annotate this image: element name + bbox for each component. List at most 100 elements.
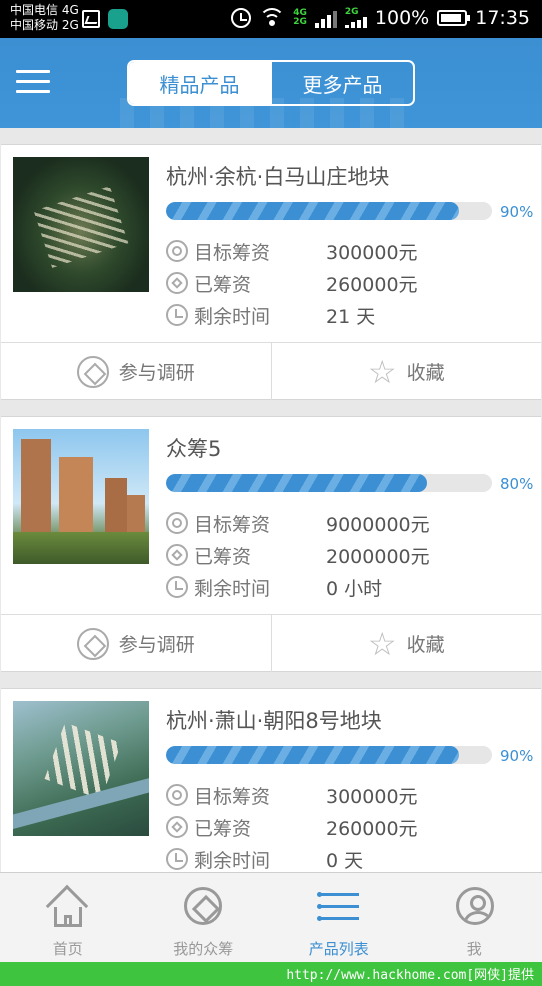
participate-research-button[interactable]: 参与调研 [1, 615, 271, 672]
home-icon [45, 884, 89, 928]
battery-percent: 100% [374, 7, 430, 29]
participate-research-button[interactable]: 参与调研 [1, 343, 271, 400]
app-notification-icon [108, 9, 128, 29]
network-type-right: 2G [344, 7, 359, 17]
target-icon [166, 240, 188, 262]
remaining-time-row: 剩余时间 21 天 [166, 302, 375, 328]
raised-funding-label: 已筹资 [194, 545, 252, 568]
clock-icon [166, 304, 188, 326]
raised-icon [166, 272, 188, 294]
target-icon [166, 784, 188, 806]
target-funding-label: 目标筹资 [194, 241, 271, 264]
funding-progress-bar [166, 202, 492, 220]
product-title[interactable]: 杭州·萧山·朝阳8号地块 [166, 705, 382, 735]
signal-1-icon [314, 8, 337, 28]
funding-progress-percent: 90% [500, 747, 534, 765]
menu-button[interactable] [16, 68, 50, 94]
product-title[interactable]: 众筹5 [166, 433, 221, 463]
remaining-time-row: 剩余时间 0 天 [166, 846, 363, 872]
raised-icon [166, 816, 188, 838]
product-image[interactable] [13, 157, 149, 292]
watermark-text: http://www.hackhome.com[网侠]提供 [286, 968, 534, 983]
favorite-label: 收藏 [406, 634, 445, 656]
product-image[interactable] [13, 701, 149, 836]
funding-progress-bar [166, 746, 492, 764]
nav-product-list[interactable]: 产品列表 [271, 873, 407, 962]
nav-my-crowdfunding[interactable]: 我的众筹 [136, 873, 272, 962]
clock-icon [166, 576, 188, 598]
battery-icon [437, 10, 471, 26]
target-funding-row: 目标筹资 300000元 [166, 782, 418, 808]
clock-time: 17:35 [475, 7, 530, 29]
nav-profile[interactable]: 我 [407, 873, 542, 962]
product-list-icon [317, 891, 359, 923]
target-funding-value: 9000000元 [326, 513, 430, 536]
product-tabs: 精品产品 更多产品 [127, 60, 415, 106]
favorite-button[interactable]: ☆ 收藏 [270, 343, 542, 400]
remaining-time-label: 剩余时间 [194, 305, 271, 328]
remaining-time-row: 剩余时间 0 小时 [166, 574, 382, 600]
carrier-1: 中国电信 4G [10, 3, 79, 17]
status-right: 4G 2G 2G 100% 17:35 [231, 7, 530, 29]
funding-progress-fill [166, 202, 460, 220]
network-type-bottom: 2G [293, 17, 307, 27]
target-funding-value: 300000元 [326, 241, 418, 264]
target-funding-row: 目标筹资 300000元 [166, 238, 418, 264]
remaining-time-label: 剩余时间 [194, 577, 271, 600]
product-card[interactable]: 杭州·余杭·白马山庄地块 90% 目标筹资 300000元 已筹资 260000… [1, 144, 541, 400]
target-funding-label: 目标筹资 [194, 513, 271, 536]
remaining-time-value: 0 天 [326, 849, 364, 872]
app-header: 精品产品 更多产品 [0, 38, 542, 128]
product-list[interactable]: 杭州·余杭·白马山庄地块 90% 目标筹资 300000元 已筹资 260000… [0, 128, 542, 872]
product-image[interactable] [13, 429, 149, 564]
watermark-bar: http://www.hackhome.com[网侠]提供 [0, 962, 542, 986]
star-icon: ☆ [367, 352, 397, 391]
network-type: 4G 2G [293, 9, 307, 27]
target-funding-label: 目标筹资 [194, 785, 271, 808]
tab-featured-products[interactable]: 精品产品 [129, 62, 270, 104]
funding-progress-percent: 90% [500, 203, 534, 221]
remaining-time-value: 21 天 [326, 305, 376, 328]
favorite-button[interactable]: ☆ 收藏 [270, 615, 542, 672]
clock-icon [166, 848, 188, 870]
target-funding-row: 目标筹资 9000000元 [166, 510, 430, 536]
product-title[interactable]: 杭州·余杭·白马山庄地块 [166, 161, 389, 191]
target-funding-value: 300000元 [326, 785, 418, 808]
raised-funding-row: 已筹资 260000元 [166, 814, 418, 840]
status-bar: 中国电信 4G 中国移动 2G 4G 2G 2G 100% 17:35 [0, 0, 542, 38]
product-card[interactable]: 众筹5 80% 目标筹资 9000000元 已筹资 2000000元 剩余时间 … [1, 416, 541, 672]
funding-progress-fill [166, 746, 460, 764]
funding-progress-bar [166, 474, 492, 492]
raised-icon [166, 544, 188, 566]
research-icon [76, 627, 109, 660]
raised-funding-row: 已筹资 2000000元 [166, 542, 430, 568]
participate-research-label: 参与调研 [118, 634, 195, 656]
funding-progress-fill [166, 474, 427, 492]
raised-funding-value: 2000000元 [326, 545, 430, 568]
card-actions: 参与调研 ☆ 收藏 [1, 342, 541, 400]
carrier-info: 中国电信 4G 中国移动 2G [10, 3, 79, 33]
nav-product-list-label: 产品列表 [308, 940, 369, 958]
profile-icon [455, 887, 494, 925]
nav-profile-label: 我 [466, 940, 482, 958]
signal-2-icon [344, 17, 367, 28]
research-icon [76, 355, 109, 388]
nav-home[interactable]: 首页 [0, 873, 136, 962]
tab-more-products[interactable]: 更多产品 [270, 62, 413, 104]
raised-funding-value: 260000元 [326, 273, 418, 296]
card-actions: 参与调研 ☆ 收藏 [1, 614, 541, 672]
raised-funding-label: 已筹资 [194, 273, 252, 296]
target-icon [166, 512, 188, 534]
alarm-icon [231, 8, 252, 28]
product-card[interactable]: 杭州·萧山·朝阳8号地块 90% 目标筹资 300000元 已筹资 260000… [1, 688, 541, 872]
remaining-time-label: 剩余时间 [194, 849, 271, 872]
favorite-label: 收藏 [406, 362, 445, 384]
raised-funding-label: 已筹资 [194, 817, 252, 840]
remaining-time-value: 0 小时 [326, 577, 383, 600]
bottom-navigation: 首页 我的众筹 产品列表 我 [0, 872, 542, 962]
raised-funding-value: 260000元 [326, 817, 418, 840]
image-notification-icon [82, 10, 100, 28]
wifi-icon [259, 8, 286, 28]
raised-funding-row: 已筹资 260000元 [166, 270, 418, 296]
participate-research-label: 参与调研 [118, 362, 195, 384]
